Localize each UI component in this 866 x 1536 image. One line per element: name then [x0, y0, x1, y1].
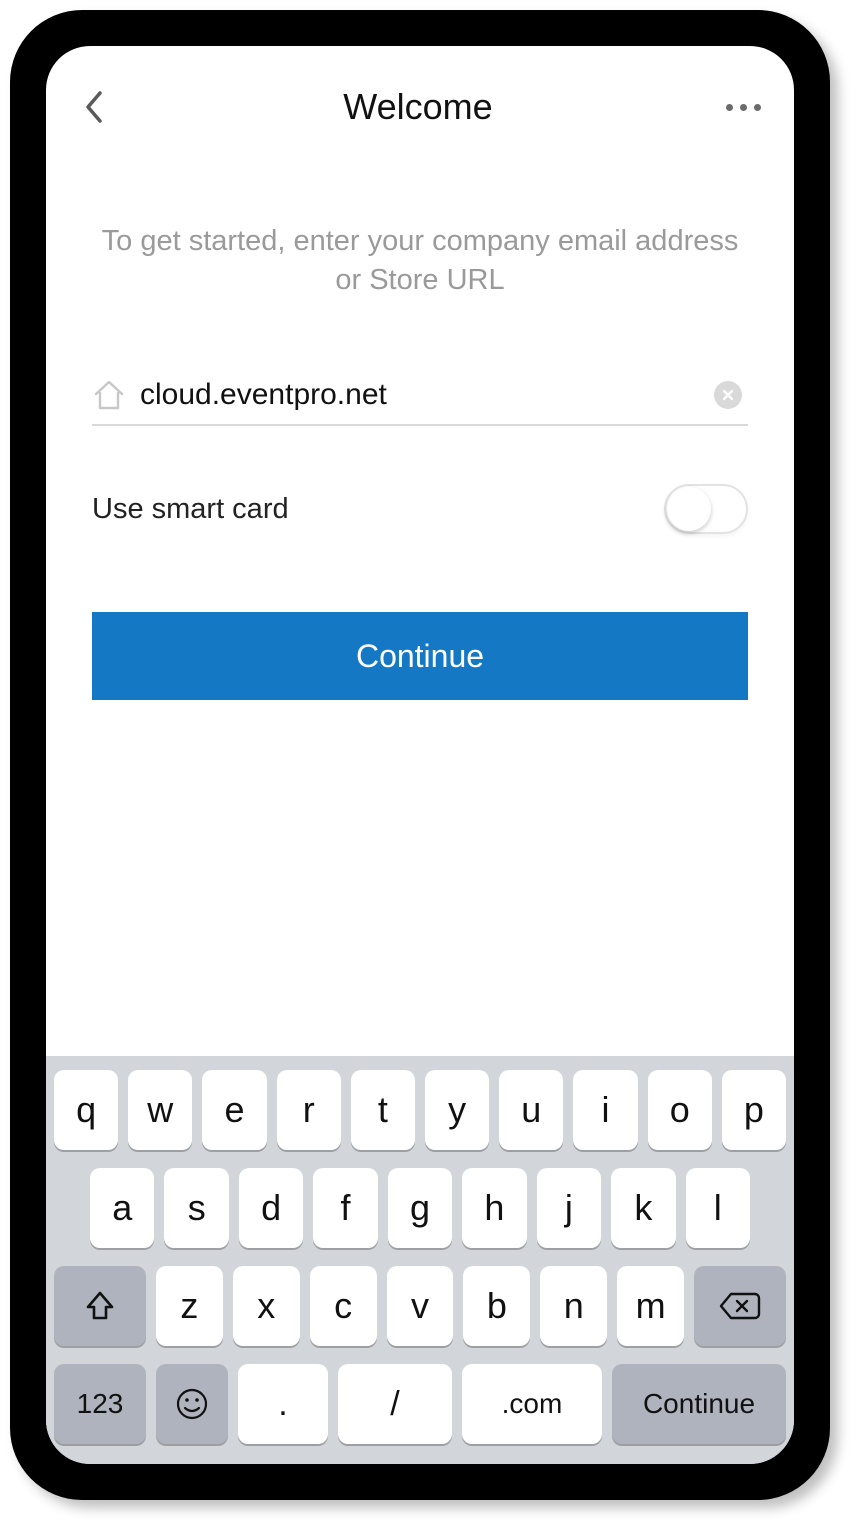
key-t[interactable]: t [351, 1070, 415, 1150]
key-r[interactable]: r [277, 1070, 341, 1150]
key-shift[interactable] [54, 1266, 146, 1346]
keyboard-row-1: q w e r t y u i o p [54, 1070, 786, 1150]
key-h[interactable]: h [462, 1168, 526, 1248]
url-input[interactable] [140, 378, 700, 412]
key-p[interactable]: p [722, 1070, 786, 1150]
key-s[interactable]: s [164, 1168, 228, 1248]
back-button[interactable] [74, 87, 114, 127]
backspace-icon [719, 1291, 761, 1321]
emoji-icon [175, 1387, 209, 1421]
keyboard-row-4: 123 . / .com Continue [54, 1364, 786, 1444]
instruction-text: To get started, enter your company email… [92, 222, 748, 300]
more-icon [740, 104, 747, 111]
key-i[interactable]: i [573, 1070, 637, 1150]
key-j[interactable]: j [537, 1168, 601, 1248]
key-com[interactable]: .com [462, 1364, 602, 1444]
key-f[interactable]: f [313, 1168, 377, 1248]
key-dot[interactable]: . [238, 1364, 328, 1444]
key-e[interactable]: e [202, 1070, 266, 1150]
keyboard-row-3: z x c v b n m [54, 1266, 786, 1346]
key-d[interactable]: d [239, 1168, 303, 1248]
keyboard-row-2: a s d f g h j k l [54, 1168, 786, 1248]
key-a[interactable]: a [90, 1168, 154, 1248]
smartcard-toggle[interactable] [664, 484, 748, 534]
key-n[interactable]: n [540, 1266, 607, 1346]
device-frame: Welcome To get started, enter your compa… [10, 10, 830, 1500]
key-m[interactable]: m [617, 1266, 684, 1346]
more-button[interactable] [722, 104, 766, 111]
key-l[interactable]: l [686, 1168, 750, 1248]
key-v[interactable]: v [387, 1266, 454, 1346]
more-icon [754, 104, 761, 111]
clear-button[interactable] [714, 381, 742, 409]
key-g[interactable]: g [388, 1168, 452, 1248]
chevron-left-icon [84, 90, 104, 124]
key-x[interactable]: x [233, 1266, 300, 1346]
key-slash[interactable]: / [338, 1364, 452, 1444]
page-title: Welcome [343, 86, 492, 128]
toggle-knob [667, 487, 711, 531]
key-numeric[interactable]: 123 [54, 1364, 146, 1444]
key-c[interactable]: c [310, 1266, 377, 1346]
key-o[interactable]: o [648, 1070, 712, 1150]
key-k[interactable]: k [611, 1168, 675, 1248]
key-backspace[interactable] [694, 1266, 786, 1346]
key-w[interactable]: w [128, 1070, 192, 1150]
key-continue[interactable]: Continue [612, 1364, 786, 1444]
key-z[interactable]: z [156, 1266, 223, 1346]
keyboard: q w e r t y u i o p a s d f g h j k l [46, 1056, 794, 1464]
url-input-row [92, 378, 748, 426]
smartcard-row: Use smart card [92, 484, 748, 534]
more-icon [726, 104, 733, 111]
key-y[interactable]: y [425, 1070, 489, 1150]
main-content: To get started, enter your company email… [46, 138, 794, 1056]
shift-icon [83, 1289, 117, 1323]
screen: Welcome To get started, enter your compa… [46, 46, 794, 1464]
key-u[interactable]: u [499, 1070, 563, 1150]
smartcard-label: Use smart card [92, 493, 289, 526]
key-b[interactable]: b [463, 1266, 530, 1346]
clear-icon [721, 388, 735, 402]
key-q[interactable]: q [54, 1070, 118, 1150]
home-icon [92, 378, 126, 412]
key-emoji[interactable] [156, 1364, 228, 1444]
continue-button[interactable]: Continue [92, 612, 748, 700]
app-header: Welcome [46, 46, 794, 138]
